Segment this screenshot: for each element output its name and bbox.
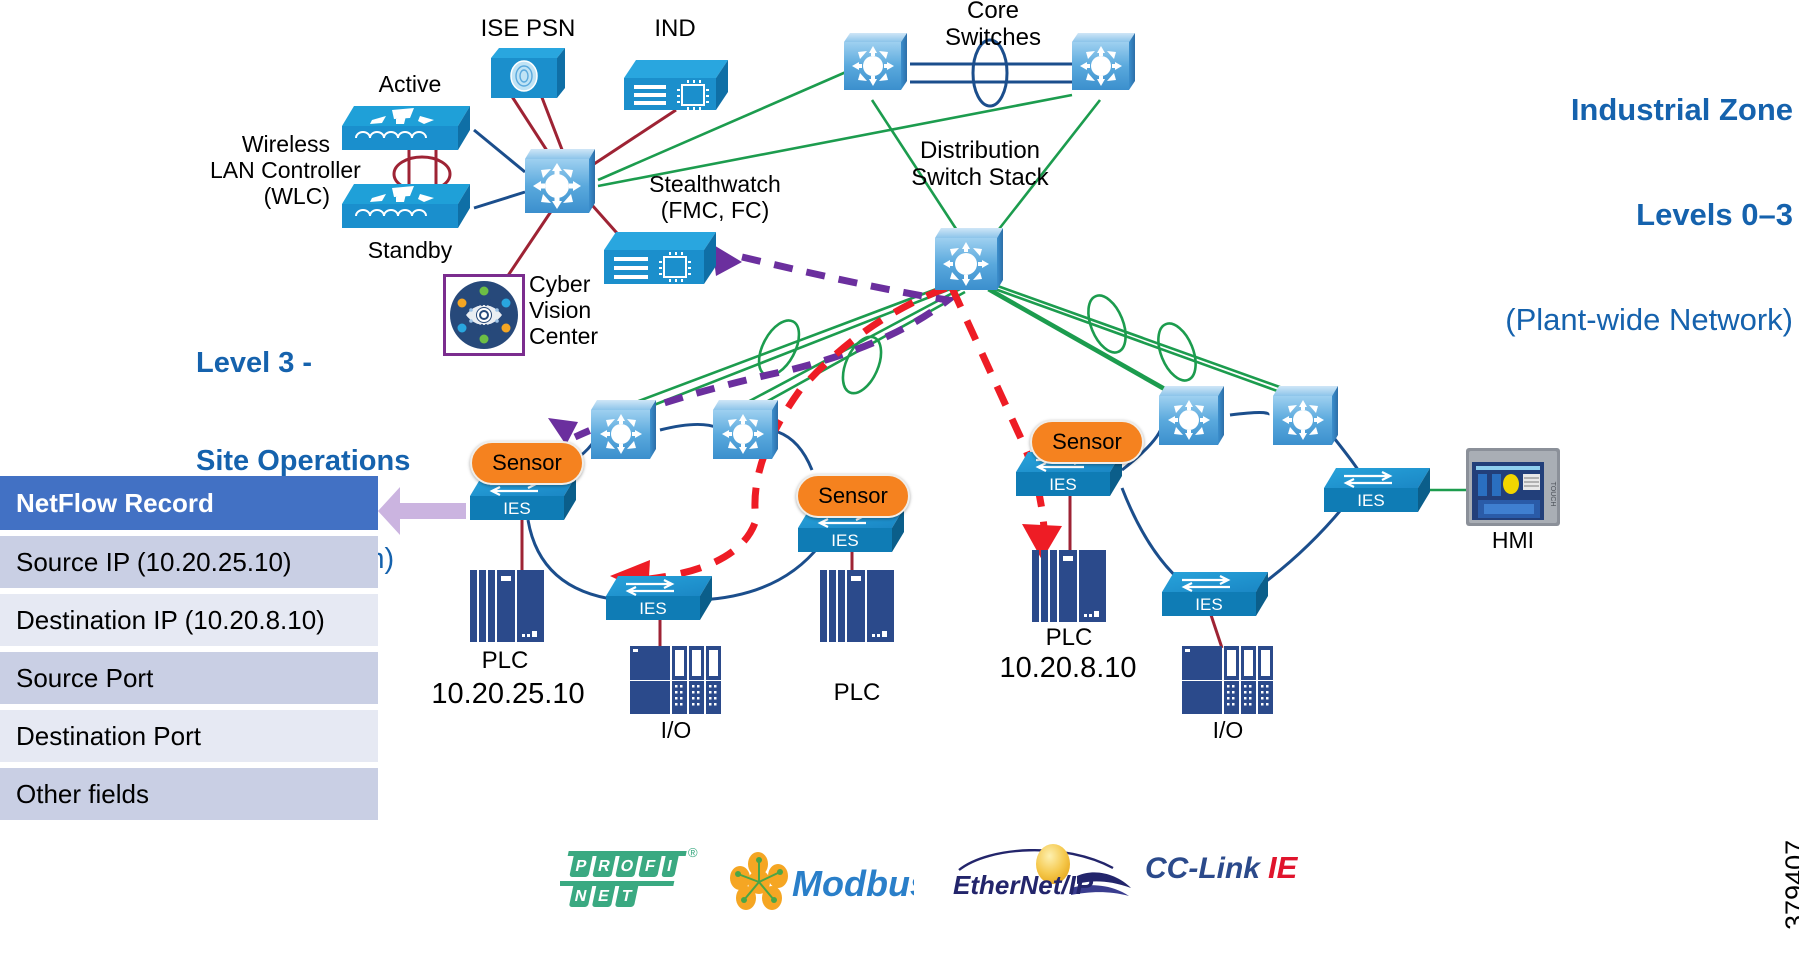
cell-router-1-icon (588, 398, 660, 471)
plc-left-icon (468, 560, 546, 651)
cell-router-2-icon (710, 398, 782, 471)
cyber-vision-center-label: Cyber Vision Center (529, 271, 599, 349)
netflow-header-label: NetFlow Record (16, 487, 214, 518)
cclink-label: CC-Link (1145, 852, 1260, 885)
ind-label: IND (654, 15, 696, 42)
svg-text:TOUCH: TOUCH (1549, 482, 1556, 507)
ies-switch-6-icon: IES (1322, 464, 1434, 525)
svg-text:IES: IES (1357, 491, 1384, 510)
ise-psn-label: ISE PSN (480, 15, 576, 42)
core-switch-left-icon (841, 31, 911, 102)
stealthwatch-label: Stealthwatch (FMC, FC) (649, 171, 781, 223)
plc-right-label: PLC (1045, 624, 1093, 651)
distribution-switch-stack-label: Distribution Switch Stack (911, 137, 1049, 191)
cell-router-4-icon (1270, 384, 1342, 457)
profinet-logo: PRO FI NET ® (555, 845, 700, 922)
core-switches-label: Core Switches (944, 0, 1042, 51)
ind-appliance-icon (620, 56, 732, 123)
netflow-record-table: NetFlow Record Source IP (10.20.25.10) D… (0, 476, 378, 826)
sensor-badge-right: Sensor (1030, 420, 1144, 464)
ies-switch-2-icon: IES (604, 572, 716, 633)
netflow-row-label: Other fields (16, 778, 149, 809)
sensor-label: Sensor (1052, 429, 1122, 454)
svg-text:IES: IES (639, 599, 666, 618)
plc-middle-label: PLC (833, 679, 881, 706)
io-module-right-icon (1180, 644, 1274, 721)
wlc-title-label: Wireless LAN Controller (WLC) (210, 131, 361, 209)
wlc-active-label: Active (378, 71, 442, 97)
ethernetip-trademark-mark: ™ (1105, 876, 1115, 887)
figure-number: 379407 (1780, 839, 1799, 930)
industrial-zone-line3: (Plant-wide Network) (1505, 302, 1793, 338)
cell-router-3-icon (1156, 384, 1228, 457)
sensor-label: Sensor (492, 450, 562, 475)
site-operations-router-icon (521, 147, 599, 226)
sensor-badge-middle: Sensor (796, 474, 910, 518)
netflow-row-label: Source Port (16, 662, 154, 693)
plc-left-ip-label: 10.20.25.10 (431, 678, 585, 710)
netflow-row-destination-port: Destination Port (0, 710, 378, 762)
plc-right-icon (1030, 540, 1108, 631)
netflow-row-label: Destination IP (10.20.8.10) (16, 604, 325, 635)
hmi-panel-icon: TOUCH (1466, 448, 1560, 531)
wlc-standby-label: Standby (367, 237, 453, 263)
access-links-top (473, 128, 526, 210)
plc-right-ip-label: 10.20.8.10 (999, 652, 1137, 684)
profinet-registered-mark: ® (688, 845, 698, 860)
plc-middle-icon (818, 560, 896, 651)
plc-left-label: PLC (481, 647, 529, 674)
modbus-logo: Modbus (726, 852, 930, 919)
netflow-row-source-port: Source Port (0, 652, 378, 704)
svg-text:EtherNet/IP: EtherNet/IP (953, 870, 1094, 900)
ise-psn-server-icon (487, 44, 569, 107)
hmi-label: HMI (1491, 527, 1535, 553)
svg-text:IES: IES (831, 531, 858, 550)
svg-text:IES: IES (503, 499, 530, 518)
diagram-canvas: Industrial Zone Levels 0–3 (Plant-wide N… (0, 0, 1799, 957)
redundancy-rings (757, 294, 1197, 395)
netflow-row-label: Source IP (10.20.25.10) (16, 546, 292, 577)
industrial-zone-heading: Industrial Zone Levels 0–3 (Plant-wide N… (1505, 22, 1793, 407)
netflow-table-header: NetFlow Record (0, 476, 378, 530)
svg-text:IES: IES (1195, 595, 1222, 614)
ies-switch-5-icon: IES (1160, 568, 1272, 629)
sensor-badge-left: Sensor (470, 441, 584, 485)
industrial-zone-line2: Levels 0–3 (1636, 197, 1793, 233)
svg-text:Modbus: Modbus (792, 863, 914, 904)
level3-line2: Site Operations (196, 444, 411, 477)
netflow-row-destination-ip: Destination IP (10.20.8.10) (0, 594, 378, 646)
wireless-lan-controller-active-icon (336, 100, 476, 161)
netflow-row-label: Destination Port (16, 720, 201, 751)
io-module-left-icon (628, 644, 722, 721)
cyber-vision-center-icon (443, 274, 525, 356)
netflow-row-other-fields: Other fields (0, 768, 378, 820)
netflow-row-source-ip: Source IP (10.20.25.10) (0, 536, 378, 588)
svg-text:IES: IES (1049, 475, 1076, 494)
sensor-label: Sensor (818, 483, 888, 508)
ethernetip-logo: EtherNet/IP ™ (945, 840, 1145, 917)
level3-line1: Level 3 - (196, 346, 313, 379)
io-right-label: I/O (1212, 717, 1244, 743)
wireless-lan-controller-standby-icon (336, 178, 476, 239)
io-left-label: I/O (660, 717, 692, 743)
core-switch-right-icon (1069, 31, 1139, 102)
industrial-zone-line1: Industrial Zone (1570, 92, 1793, 128)
cclink-ie-logo: CC-Link IE (1145, 850, 1297, 886)
cclink-ie-suffix: IE (1268, 850, 1298, 885)
distribution-switch-stack-icon (931, 226, 1007, 303)
